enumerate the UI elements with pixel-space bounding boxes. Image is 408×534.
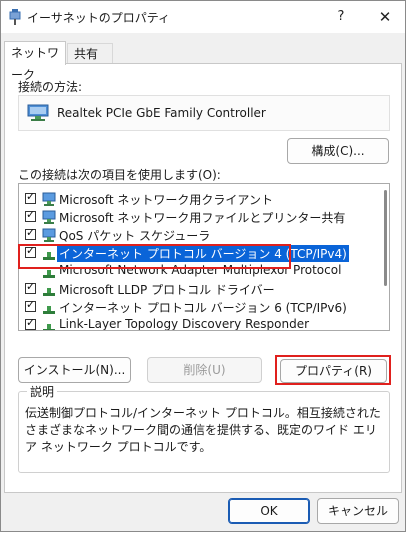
item-checkbox[interactable] [25,316,36,330]
protocol-icon [43,306,55,314]
item-label: Microsoft ネットワーク用ファイルとプリンター共有 [59,211,346,225]
install-button[interactable]: インストール(N)... [18,357,131,383]
highlight-properties-button [275,355,391,385]
qos-icon [42,228,56,242]
properties-window: イーサネットのプロパティ ? ✕ ネットワーク 共有 接続の方法: Realte… [0,0,406,532]
tab-sharing[interactable]: 共有 [67,43,113,63]
list-item[interactable]: Microsoft ネットワーク用クライアント [19,190,375,208]
title-bar[interactable]: イーサネットのプロパティ ? ✕ [1,1,405,33]
ethernet-app-icon [9,9,21,25]
network-adapter-icon [27,104,49,121]
close-button[interactable]: ✕ [363,1,407,33]
window-title: イーサネットのプロパティ [27,11,171,25]
protocol-icon [43,324,55,330]
list-item[interactable]: インターネット プロトコル バージョン 6 (TCP/IPv6) [19,298,375,316]
item-label: インターネット プロトコル バージョン 6 (TCP/IPv6) [59,301,347,315]
configure-button[interactable]: 構成(C)... [287,138,389,164]
items-list-label: この接続は次の項目を使用します(O): [18,168,221,182]
file-share-icon [42,210,56,224]
description-text: 伝送制御プロトコル/インターネット プロトコル。相互接続されたさまざまなネットワ… [25,406,381,454]
item-label: Microsoft LLDP プロトコル ドライバー [59,283,275,297]
description-title: 説明 [27,383,58,400]
item-checkbox[interactable] [25,190,36,204]
item-checkbox[interactable] [25,226,36,240]
adapter-name: Realtek PCIe GbE Family Controller [57,106,266,120]
help-button[interactable]: ? [319,1,363,33]
highlight-ipv4-item [18,244,291,269]
item-checkbox[interactable] [25,298,36,312]
item-label: Link-Layer Topology Discovery Responder [59,317,310,331]
ok-button[interactable]: OK [228,498,310,524]
list-scrollbar[interactable] [384,190,387,286]
tab-network[interactable]: ネットワーク [4,41,66,82]
item-checkbox[interactable] [25,280,36,294]
network-client-icon [42,192,56,206]
uninstall-button[interactable]: 削除(U) [147,357,262,383]
cancel-button[interactable]: キャンセル [317,498,399,524]
list-item[interactable]: Link-Layer Topology Discovery Responder [19,316,375,331]
list-item[interactable]: Microsoft ネットワーク用ファイルとプリンター共有 [19,208,375,226]
protocol-icon [43,288,55,296]
list-item[interactable]: Microsoft LLDP プロトコル ドライバー [19,280,375,298]
list-item[interactable]: QoS パケット スケジューラ [19,226,375,244]
adapter-display: Realtek PCIe GbE Family Controller [18,95,390,131]
item-label: Microsoft ネットワーク用クライアント [59,193,273,207]
item-label: QoS パケット スケジューラ [59,229,211,243]
item-checkbox[interactable] [25,208,36,222]
